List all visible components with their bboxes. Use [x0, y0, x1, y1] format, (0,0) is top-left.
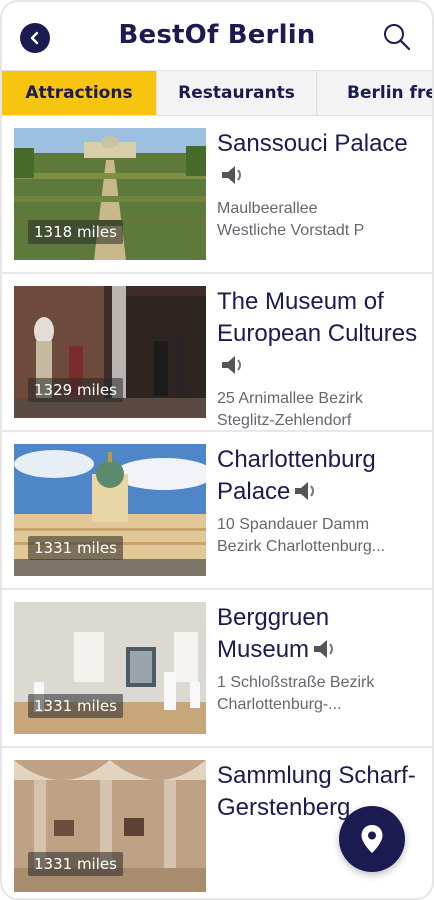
places-list: 1318 miles Sanssouci Palace Maulbeeralle… [2, 116, 432, 898]
app-frame: BestOf Berlin Attractions Restaurants Be… [0, 0, 434, 900]
distance-badge: 1318 miles [28, 220, 123, 244]
place-thumbnail: 1331 miles [14, 760, 206, 892]
list-item[interactable]: 1318 miles Sanssouci Palace Maulbeeralle… [2, 116, 432, 274]
distance-badge: 1331 miles [28, 536, 123, 560]
place-info: Berggruen Museum 1 Schloßstraße Bezirk C… [217, 602, 422, 716]
list-item[interactable]: 1331 miles Charlottenburg Palace 10 Span… [2, 432, 432, 590]
place-info: Sanssouci Palace Maulbeerallee Westliche… [217, 128, 422, 242]
search-icon [384, 24, 411, 51]
distance-badge: 1331 miles [28, 694, 123, 718]
distance-badge: 1331 miles [28, 852, 123, 876]
place-name: Sanssouci Palace [217, 128, 422, 192]
place-name: Berggruen Museum [217, 602, 422, 666]
tab-berlin-free[interactable]: Berlin free [317, 71, 432, 115]
list-item[interactable]: 1331 miles Berggruen Museum 1 Schloßstra… [2, 590, 432, 748]
app-header: BestOf Berlin [2, 2, 432, 72]
place-address: 25 Arnimallee Bezirk Steglitz-Zehlendorf [217, 390, 363, 429]
place-address: 10 Spandauer Damm Bezirk Charlottenburg.… [217, 516, 386, 555]
place-name: Charlottenburg Palace [217, 446, 376, 505]
map-button[interactable] [339, 806, 405, 872]
speaker-icon[interactable] [292, 480, 318, 502]
place-address: Maulbeerallee Westliche Vorstadt P [217, 200, 365, 239]
place-thumbnail: 1331 miles [14, 602, 206, 734]
place-info: Charlottenburg Palace 10 Spandauer Damm … [217, 444, 422, 558]
tab-restaurants[interactable]: Restaurants [157, 71, 317, 115]
list-item[interactable]: 1329 miles The Museum of European Cultur… [2, 274, 432, 432]
place-address: 1 Schloßstraße Bezirk Charlottenburg-... [217, 674, 375, 713]
speaker-icon[interactable] [219, 354, 245, 376]
category-tabs: Attractions Restaurants Berlin free [2, 70, 432, 116]
place-info: The Museum of European Cultures 25 Arnim… [217, 286, 422, 432]
place-thumbnail: 1331 miles [14, 444, 206, 576]
search-button[interactable] [382, 22, 412, 52]
speaker-icon[interactable] [311, 638, 337, 660]
distance-badge: 1329 miles [28, 378, 123, 402]
map-pin-icon [361, 825, 383, 853]
place-name: The Museum of European Cultures [217, 286, 422, 382]
place-thumbnail: 1318 miles [14, 128, 206, 260]
speaker-icon[interactable] [219, 164, 245, 186]
place-thumbnail: 1329 miles [14, 286, 206, 418]
tab-attractions[interactable]: Attractions [2, 71, 157, 115]
page-title: BestOf Berlin [118, 20, 316, 50]
